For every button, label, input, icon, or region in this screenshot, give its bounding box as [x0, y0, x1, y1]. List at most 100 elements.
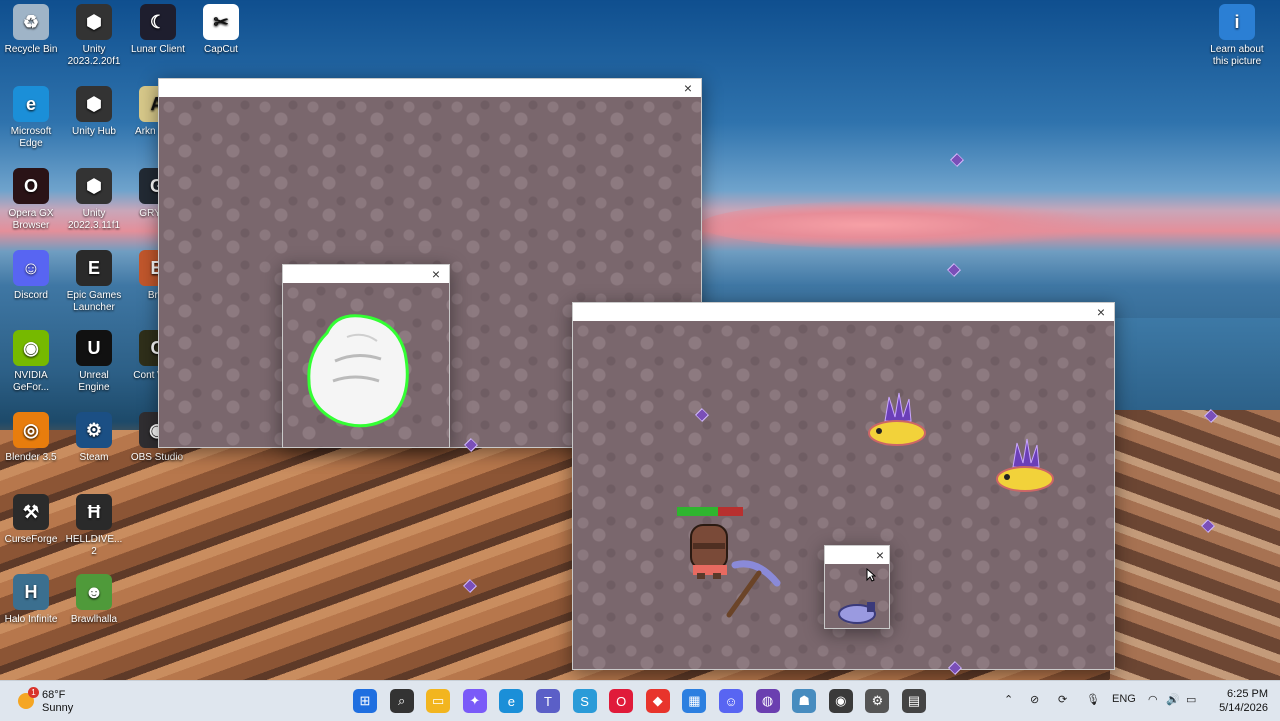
desktop-icon-helldivers[interactable]: Ħ HELLDIVE... 2 [63, 494, 125, 558]
desktop-icon-lunar-client[interactable]: ☾ Lunar Client [127, 4, 189, 56]
desktop-icon-blender[interactable]: ◎ Blender 3.5 [0, 412, 62, 464]
file-explorer-icon[interactable]: ▭ [426, 689, 451, 713]
crystal-pickup[interactable] [950, 153, 964, 167]
desktop-icon-microsoft-edge[interactable]: e Microsoft Edge [0, 86, 62, 150]
title-bar[interactable] [573, 303, 1114, 321]
epic-games-icon: E [76, 250, 112, 286]
close-button[interactable]: × [681, 79, 695, 97]
clock[interactable]: 6:25 PM 5/14/2026 [1216, 687, 1268, 715]
desktop-icon-label: Microsoft Edge [10, 126, 52, 149]
close-button[interactable]: × [1094, 303, 1108, 321]
network-off-icon[interactable]: ⊘ [1030, 693, 1039, 706]
capcut-icon: ✂ [203, 4, 239, 40]
spiky-slug-enemy[interactable] [865, 391, 929, 455]
desktop-icon-recycle-bin[interactable]: ♻ Recycle Bin [0, 4, 62, 56]
desktop-icon-label: Unity 2022.3.11f1 [67, 208, 121, 231]
chrome-update-icon[interactable]: S [572, 689, 597, 713]
learn-picture-icon: i [1219, 4, 1255, 40]
crystal-pickup[interactable] [695, 408, 709, 422]
microphone-icon[interactable]: 🎙 [1086, 693, 1100, 706]
copilot-icon[interactable]: ✦ [462, 689, 487, 713]
desktop-icon-discord[interactable]: ☺ Discord [0, 250, 62, 302]
desktop-icon-brawlhalla[interactable]: ☻ Brawlhalla [63, 574, 125, 626]
desktop-icon-unity-2022[interactable]: ⬢ Unity 2022.3.11f1 [63, 168, 125, 232]
git-icon[interactable]: ◆ [645, 689, 670, 713]
discord-icon: ☺ [13, 250, 49, 286]
start-icon[interactable]: ⊞ [353, 689, 377, 713]
desktop-icon-label: Halo Infinite [4, 614, 58, 625]
title-bar[interactable] [159, 79, 701, 97]
weather-widget[interactable]: 1 68°F Sunny [16, 687, 106, 715]
game-window-icon[interactable]: ▤ [902, 689, 926, 713]
fist-sprite [307, 314, 409, 428]
opera-gx-icon: O [13, 168, 49, 204]
sync-icon[interactable]: ⟳ [1058, 693, 1067, 706]
settings-icon[interactable]: ⚙ [865, 689, 890, 713]
pink-cloud [700, 200, 1120, 250]
desktop-icon-capcut[interactable]: ✂ CapCut [190, 4, 252, 56]
clock-time: 6:25 PM [1227, 688, 1268, 700]
recycle-bin-icon: ♻ [13, 4, 49, 40]
desktop-icon-label: Brawlhalla [70, 614, 118, 625]
blender-icon: ◎ [13, 412, 49, 448]
desktop-icon-epic-games[interactable]: E Epic Games Launcher [63, 250, 125, 314]
close-button[interactable]: × [873, 546, 887, 564]
desktop-icon-unity-hub[interactable]: ⬢ Unity Hub [63, 86, 125, 138]
desktop-icon-unreal[interactable]: U Unreal Engine [63, 330, 125, 394]
weather-condition: Sunny [42, 702, 74, 714]
weather-temp: 68°F [42, 689, 66, 701]
desktop-icon-label: Unity Hub [72, 126, 116, 137]
desktop-icon-label: Discord [14, 290, 48, 301]
opera-gx-icon[interactable]: O [609, 689, 634, 713]
desktop-icon-label: Epic Games Launcher [66, 290, 122, 313]
volume-icon[interactable]: 🔊 [1166, 693, 1180, 706]
nvidia-icon: ◉ [13, 330, 49, 366]
spiky-slug-enemy[interactable] [993, 437, 1057, 501]
teams-icon[interactable]: T [536, 689, 560, 713]
game-viewport[interactable] [825, 564, 889, 628]
taskbar: 1 68°F Sunny ⊞ ⌕ ▭ ✦ e T S O ◆ ▦ ☺ ◍ ☗ ◉ ⚙ ▤ ⌃ ⊘ ⟳ 🎙 EN… [0, 680, 1280, 721]
desktop-icon-label: CurseForge [4, 534, 58, 545]
desktop-icon-label: Opera GX Browser [8, 208, 54, 231]
curseforge-icon: ⚒ [13, 494, 49, 530]
player-health-bar [677, 507, 743, 516]
halo-icon: H [13, 574, 49, 610]
lunar-client-icon: ☾ [140, 4, 176, 40]
crystal-pickup[interactable] [947, 263, 961, 277]
desktop-icon-learn-picture[interactable]: i Learn about this picture [1206, 4, 1268, 68]
obs-icon[interactable]: ◉ [828, 689, 853, 713]
microsoft-edge-icon: e [13, 86, 49, 122]
language-indicator[interactable]: ENG [1112, 693, 1136, 705]
unity-2023-icon: ⬢ [76, 4, 112, 40]
godot-icon[interactable]: ☗ [792, 689, 817, 713]
battery-icon[interactable]: ▭ [1186, 693, 1196, 706]
desktop-icon-label: OBS Studio [130, 452, 184, 463]
chevron-up-icon[interactable]: ⌃ [1004, 693, 1013, 706]
desktop-icon-opera-gx[interactable]: O Opera GX Browser [0, 168, 62, 232]
desktop-icon-unity-2023[interactable]: ⬢ Unity 2023.2.20f1 [63, 4, 125, 68]
desktop-icon-halo[interactable]: H Halo Infinite [0, 574, 62, 626]
unity-hub-icon: ⬢ [76, 86, 112, 122]
desktop-icon-label: Unreal Engine [78, 370, 110, 393]
pot-item[interactable] [837, 598, 879, 626]
close-button[interactable]: × [429, 265, 443, 283]
desktop-icon-label: Steam [79, 452, 109, 463]
desktop-icon-label: Unity 2023.2.20f1 [67, 44, 121, 67]
helldivers-icon: Ħ [76, 494, 112, 530]
edge-icon[interactable]: e [499, 689, 524, 713]
desktop-icon-steam[interactable]: ⚙ Steam [63, 412, 125, 464]
search-icon[interactable]: ⌕ [389, 689, 414, 713]
discord-icon[interactable]: ☺ [719, 689, 743, 713]
rock-shore-right [1110, 410, 1280, 680]
game-window-small[interactable]: × [824, 545, 890, 629]
wifi-icon[interactable]: ◠ [1148, 693, 1158, 706]
desktop-icon-label: CapCut [204, 44, 238, 55]
github-icon[interactable]: ◍ [755, 689, 780, 713]
desktop-icon-curseforge[interactable]: ⚒ CurseForge [0, 494, 62, 546]
game-window-hand[interactable]: × [282, 264, 450, 448]
desktop-icon-nvidia[interactable]: ◉ NVIDIA GeFor... [0, 330, 62, 394]
game-viewport[interactable] [283, 283, 449, 447]
title-bar[interactable] [283, 265, 449, 283]
pickaxe-weapon [726, 560, 781, 618]
store-icon[interactable]: ▦ [682, 689, 707, 713]
